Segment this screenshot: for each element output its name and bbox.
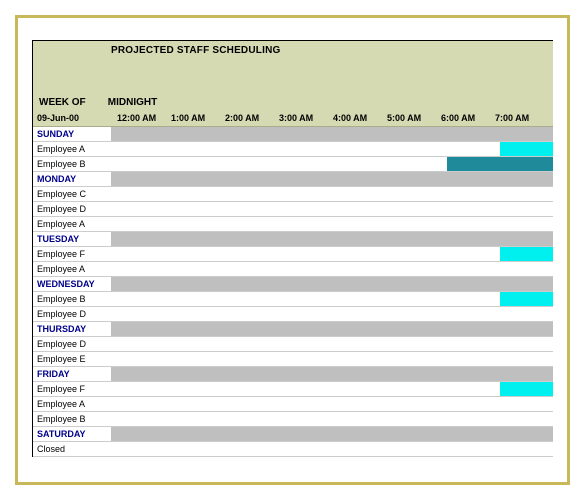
schedule-cells bbox=[111, 412, 553, 426]
schedule-cells bbox=[111, 367, 553, 381]
schedule-cells bbox=[111, 202, 553, 216]
employee-label: Employee F bbox=[33, 247, 111, 261]
employee-label: Employee F bbox=[33, 382, 111, 396]
day-label: MONDAY bbox=[33, 172, 111, 186]
schedule-cells bbox=[111, 382, 553, 396]
employee-label: Employee B bbox=[33, 292, 111, 306]
schedule-bar bbox=[500, 247, 553, 261]
employee-label: Employee A bbox=[33, 397, 111, 411]
schedule-cells bbox=[111, 307, 553, 321]
midnight-label: MIDNIGHT bbox=[108, 97, 157, 108]
employee-row: Employee E bbox=[33, 352, 553, 367]
day-label: SUNDAY bbox=[33, 127, 111, 141]
employee-label: Employee A bbox=[33, 217, 111, 231]
day-row: THURSDAY bbox=[33, 322, 553, 337]
schedule-cells bbox=[111, 142, 553, 156]
grid-body: SUNDAYEmployee AEmployee BMONDAYEmployee… bbox=[33, 127, 553, 457]
schedule-bar bbox=[500, 142, 553, 156]
time-col-0: 12:00 AM bbox=[111, 113, 165, 123]
time-col-6: 6:00 AM bbox=[435, 113, 489, 123]
time-col-7: 7:00 AM bbox=[489, 113, 543, 123]
employee-row: Employee B bbox=[33, 157, 553, 172]
schedule-cells bbox=[111, 277, 553, 291]
schedule-cells bbox=[111, 442, 553, 456]
time-col-4: 4:00 AM bbox=[327, 113, 381, 123]
employee-row: Employee B bbox=[33, 292, 553, 307]
employee-label: Employee C bbox=[33, 187, 111, 201]
sheet-title: PROJECTED STAFF SCHEDULING bbox=[111, 45, 280, 56]
time-col-1: 1:00 AM bbox=[165, 113, 219, 123]
employee-row: Employee A bbox=[33, 397, 553, 412]
time-col-3: 3:00 AM bbox=[273, 113, 327, 123]
employee-label: Closed bbox=[33, 442, 111, 456]
employee-row: Employee B bbox=[33, 412, 553, 427]
employee-label: Employee A bbox=[33, 142, 111, 156]
schedule-bar bbox=[500, 292, 553, 306]
week-of-label: WEEK OF bbox=[39, 97, 105, 108]
day-row: FRIDAY bbox=[33, 367, 553, 382]
schedule-cells bbox=[111, 172, 553, 186]
schedule-cells bbox=[111, 262, 553, 276]
schedule-cells bbox=[111, 187, 553, 201]
schedule-cells bbox=[111, 397, 553, 411]
document-frame: PROJECTED STAFF SCHEDULING WEEK OF MIDNI… bbox=[15, 15, 570, 485]
schedule-cells bbox=[111, 322, 553, 336]
schedule-cells bbox=[111, 217, 553, 231]
employee-row: Employee A bbox=[33, 217, 553, 232]
day-row: SATURDAY bbox=[33, 427, 553, 442]
schedule-bar bbox=[500, 382, 553, 396]
employee-label: Employee D bbox=[33, 202, 111, 216]
day-row: TUESDAY bbox=[33, 232, 553, 247]
schedule-cells bbox=[111, 292, 553, 306]
schedule-cells bbox=[111, 157, 553, 171]
schedule-cells bbox=[111, 352, 553, 366]
employee-row: Employee D bbox=[33, 202, 553, 217]
day-row: WEDNESDAY bbox=[33, 277, 553, 292]
employee-row: Employee D bbox=[33, 307, 553, 322]
day-label: WEDNESDAY bbox=[33, 277, 111, 291]
employee-label: Employee B bbox=[33, 157, 111, 171]
day-label: TUESDAY bbox=[33, 232, 111, 246]
employee-label: Employee D bbox=[33, 337, 111, 351]
header-band: PROJECTED STAFF SCHEDULING WEEK OF MIDNI… bbox=[33, 41, 553, 127]
employee-row: Employee D bbox=[33, 337, 553, 352]
week-date: 09-Jun-00 bbox=[33, 113, 111, 123]
employee-row: Employee C bbox=[33, 187, 553, 202]
schedule-cells bbox=[111, 247, 553, 261]
time-col-2: 2:00 AM bbox=[219, 113, 273, 123]
day-label: SATURDAY bbox=[33, 427, 111, 441]
day-label: FRIDAY bbox=[33, 367, 111, 381]
employee-label: Employee E bbox=[33, 352, 111, 366]
employee-row: Employee A bbox=[33, 142, 553, 157]
day-row: SUNDAY bbox=[33, 127, 553, 142]
employee-label: Employee B bbox=[33, 412, 111, 426]
schedule-cells bbox=[111, 427, 553, 441]
schedule-cells bbox=[111, 127, 553, 141]
employee-row: Closed bbox=[33, 442, 553, 457]
day-row: MONDAY bbox=[33, 172, 553, 187]
schedule-cells bbox=[111, 337, 553, 351]
employee-label: Employee D bbox=[33, 307, 111, 321]
employee-row: Employee F bbox=[33, 382, 553, 397]
time-header-row: 09-Jun-00 12:00 AM 1:00 AM 2:00 AM 3:00 … bbox=[33, 113, 553, 123]
schedule-bar bbox=[447, 157, 553, 171]
employee-row: Employee F bbox=[33, 247, 553, 262]
employee-row: Employee A bbox=[33, 262, 553, 277]
schedule-sheet: PROJECTED STAFF SCHEDULING WEEK OF MIDNI… bbox=[32, 40, 553, 457]
week-header: WEEK OF MIDNIGHT bbox=[39, 97, 157, 108]
schedule-cells bbox=[111, 232, 553, 246]
day-label: THURSDAY bbox=[33, 322, 111, 336]
time-col-5: 5:00 AM bbox=[381, 113, 435, 123]
employee-label: Employee A bbox=[33, 262, 111, 276]
